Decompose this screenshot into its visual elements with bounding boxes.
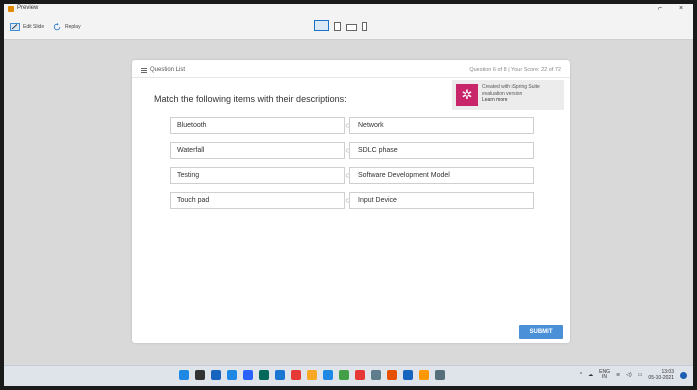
desktop-icon[interactable] (314, 20, 329, 31)
taskbar-app-icon[interactable] (339, 370, 349, 380)
edit-slide-icon (10, 23, 20, 31)
replay-icon (53, 23, 61, 31)
match-description[interactable]: Input Device (349, 192, 534, 209)
evaluation-banner: ✲ Created with iSpring Suite evaluation … (452, 80, 564, 110)
taskbar-app-icon[interactable] (403, 370, 413, 380)
window-title: Preview (17, 5, 39, 11)
match-term[interactable]: Bluetooth (170, 117, 345, 134)
question-list-button[interactable]: Question List (141, 67, 185, 73)
taskbar-app-icon[interactable] (435, 370, 445, 380)
ispring-logo-icon: ✲ (456, 84, 478, 106)
match-term[interactable]: Waterfall (170, 142, 345, 159)
minimize-button[interactable]: ⌐ (658, 4, 662, 14)
edit-slide-button[interactable]: Edit Slide (10, 23, 44, 31)
score-label: Your Score: 22 of 72 (511, 67, 561, 73)
taskbar-app-icon[interactable] (211, 370, 221, 380)
toolbar: Edit Slide Replay (4, 14, 693, 40)
question-progress: Question 6 of 8 (469, 67, 507, 73)
question-instruction: Match the following items with their des… (154, 94, 347, 104)
submit-button[interactable]: SUBMIT (519, 325, 563, 339)
match-row: Testing ⊂ Software Development Model (170, 167, 534, 184)
taskbar-app-icon[interactable] (275, 370, 285, 380)
app-icon (8, 6, 14, 12)
language-indicator[interactable]: ENG IN (599, 370, 610, 380)
match-row: Touch pad ⊂ Input Device (170, 192, 534, 209)
speaker-icon[interactable]: ◁) (626, 372, 632, 378)
wifi-icon[interactable]: ≋ (616, 372, 620, 378)
cloud-icon[interactable]: ☁ (588, 372, 593, 378)
phone-icon[interactable] (362, 22, 367, 31)
match-description[interactable]: Network (349, 117, 534, 134)
taskbar-app-icon[interactable] (195, 370, 205, 380)
close-button[interactable]: × (679, 4, 683, 14)
taskbar-app-icon[interactable] (259, 370, 269, 380)
battery-icon[interactable]: ▭ (638, 372, 643, 378)
match-term[interactable]: Testing (170, 167, 345, 184)
clock[interactable]: 13:03 05-10-2021 (648, 369, 674, 381)
device-switcher (314, 20, 367, 31)
tablet-portrait-icon[interactable] (334, 22, 341, 31)
taskbar-app-icon[interactable] (291, 370, 301, 380)
edit-slide-label: Edit Slide (23, 24, 45, 30)
list-icon (141, 67, 147, 73)
taskbar-app-icon[interactable] (419, 370, 429, 380)
slide-stage: Question List Question 6 of 8 | Your Sco… (4, 41, 693, 365)
question-list-label: Question List (150, 67, 186, 73)
replay-button[interactable]: Replay (52, 23, 81, 31)
preview-window: Preview ⌐ × Edit Slide Replay Question L… (4, 4, 693, 386)
match-description[interactable]: SDLC phase (349, 142, 534, 159)
title-bar: Preview ⌐ × (4, 4, 693, 14)
match-description[interactable]: Software Development Model (349, 167, 534, 184)
taskbar-app-icon[interactable] (227, 370, 237, 380)
taskbar-app-icon[interactable] (323, 370, 333, 380)
quiz-card: Question List Question 6 of 8 | Your Sco… (132, 60, 570, 343)
chevron-up-icon[interactable]: ^ (580, 372, 582, 378)
clock-date: 05-10-2021 (648, 375, 674, 381)
taskbar: ^ ☁ ENG IN ≋ ◁) ▭ 13:03 05-10-2021 (4, 365, 693, 386)
taskbar-app-icon[interactable] (371, 370, 381, 380)
taskbar-apps (179, 370, 445, 380)
system-tray: ^ ☁ ENG IN ≋ ◁) ▭ 13:03 05-10-2021 (580, 369, 687, 381)
tablet-landscape-icon[interactable] (346, 24, 357, 31)
match-term[interactable]: Touch pad (170, 192, 345, 209)
learn-more-link[interactable]: Learn more (482, 97, 562, 104)
taskbar-app-icon[interactable] (387, 370, 397, 380)
replay-label: Replay (65, 24, 81, 30)
match-row: Waterfall ⊂ SDLC phase (170, 142, 534, 159)
taskbar-app-icon[interactable] (355, 370, 365, 380)
taskbar-app-icon[interactable] (243, 370, 253, 380)
taskbar-app-icon[interactable] (179, 370, 189, 380)
header-divider (132, 77, 570, 78)
match-row: Bluetooth ⊂ Network (170, 117, 534, 134)
taskbar-app-icon[interactable] (307, 370, 317, 380)
quiz-status: Question 6 of 8 | Your Score: 22 of 72 (469, 67, 561, 73)
notification-icon[interactable] (680, 371, 687, 379)
